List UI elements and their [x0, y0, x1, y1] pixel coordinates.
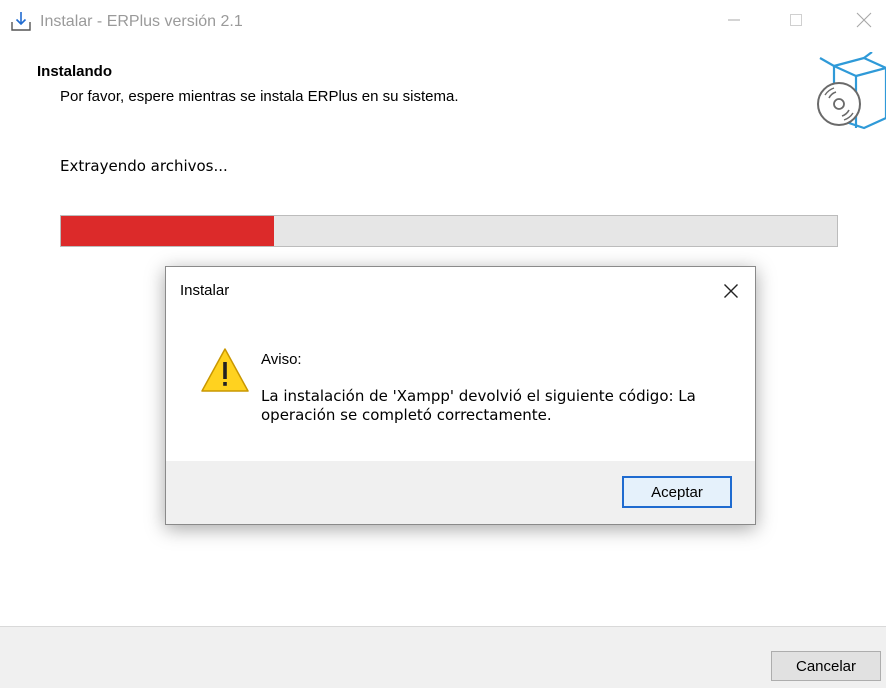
installer-window: Instalar - ERPlus versión 2.1 Instalando…: [0, 0, 886, 688]
software-box-icon: [812, 51, 886, 132]
dialog-message: La instalación de 'Xampp' devolvió el si…: [261, 387, 696, 424]
message-dialog: Instalar Aviso: La instalación de 'Xampp…: [165, 266, 756, 525]
progress-bar: [60, 215, 838, 247]
dialog-close-button[interactable]: [719, 279, 743, 303]
accept-button[interactable]: Aceptar: [622, 476, 732, 508]
maximize-icon: [790, 14, 802, 26]
warning-icon: [200, 347, 250, 393]
window-title: Instalar - ERPlus versión 2.1: [40, 13, 243, 30]
close-icon: [724, 284, 738, 298]
maximize-button[interactable]: [774, 6, 818, 34]
status-text: Extrayendo archivos...: [60, 157, 228, 175]
title-bar[interactable]: Instalar - ERPlus versión 2.1: [0, 0, 886, 42]
close-icon: [856, 12, 872, 28]
footer-bar: [0, 627, 886, 688]
dialog-label: Aviso:: [261, 351, 302, 368]
dialog-title: Instalar: [180, 282, 230, 299]
page-subtitle: Por favor, espere mientras se instala ER…: [60, 88, 459, 105]
minimize-icon: [728, 19, 740, 21]
cancel-button[interactable]: Cancelar: [771, 651, 881, 681]
install-download-icon: [9, 10, 33, 34]
minimize-button[interactable]: [712, 6, 756, 34]
window-close-button[interactable]: [842, 6, 886, 34]
page-title: Instalando: [37, 63, 113, 80]
progress-bar-fill: [61, 216, 275, 246]
